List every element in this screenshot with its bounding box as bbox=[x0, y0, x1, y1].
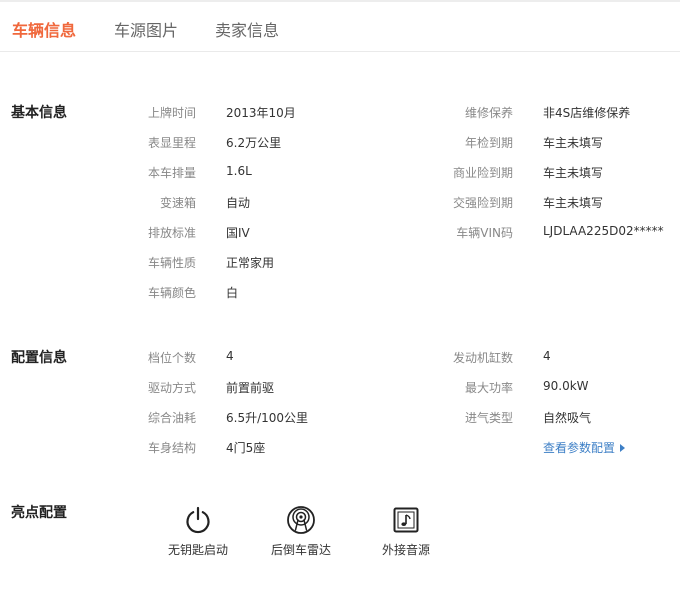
basic-value: 白 bbox=[226, 286, 239, 300]
basic-value: 国IV bbox=[226, 226, 250, 240]
tab-vehicle-info[interactable]: 车辆信息 bbox=[12, 17, 76, 41]
basic-value: 车主未填写 bbox=[543, 166, 604, 180]
basic-value: 6.2万公里 bbox=[226, 136, 282, 150]
view-config-link[interactable]: 查看参数配置 bbox=[543, 439, 626, 456]
section-title-basic: 基本信息 bbox=[11, 105, 67, 121]
basic-label: 本车排量 bbox=[147, 166, 196, 180]
config-label: 车身结构 bbox=[147, 441, 196, 455]
basic-value: 车主未填写 bbox=[543, 136, 604, 150]
power-icon bbox=[186, 506, 210, 534]
vin-value: LJDLAA225D02***** bbox=[543, 224, 664, 238]
config-value: 4门5座 bbox=[226, 441, 266, 455]
section-title-highlights: 亮点配置 bbox=[11, 505, 67, 521]
music-note-icon bbox=[393, 507, 419, 533]
radar-icon bbox=[287, 506, 315, 534]
config-value: 4 bbox=[543, 349, 551, 363]
basic-label: 车辆颜色 bbox=[147, 286, 196, 300]
basic-value: 非4S店维修保养 bbox=[543, 106, 631, 120]
basic-label: 变速箱 bbox=[159, 196, 196, 210]
feature-external-audio: 外接音源 bbox=[356, 505, 456, 558]
config-label: 发动机缸数 bbox=[452, 351, 513, 365]
config-value: 6.5升/100公里 bbox=[226, 411, 309, 425]
feature-label: 后倒车雷达 bbox=[270, 543, 331, 557]
basic-label: 表显里程 bbox=[147, 136, 196, 150]
section-title-config: 配置信息 bbox=[11, 350, 67, 366]
config-label: 综合油耗 bbox=[147, 411, 196, 425]
basic-label: 排放标准 bbox=[147, 226, 196, 240]
feature-label: 外接音源 bbox=[381, 543, 430, 557]
basic-label: 维修保养 bbox=[464, 106, 513, 120]
tab-vehicle-photos[interactable]: 车源图片 bbox=[114, 17, 178, 41]
basic-value: 1.6L bbox=[226, 164, 252, 178]
basic-label: 车辆性质 bbox=[147, 256, 196, 270]
basic-value: 自动 bbox=[226, 196, 251, 210]
triangle-right-icon bbox=[620, 444, 626, 452]
config-value: 自然吸气 bbox=[543, 411, 592, 425]
basic-label: 车辆VIN码 bbox=[456, 226, 513, 240]
tab-bar: 车辆信息 车源图片 卖家信息 bbox=[0, 2, 680, 52]
config-label: 档位个数 bbox=[147, 351, 196, 365]
config-label: 进气类型 bbox=[464, 411, 513, 425]
config-value: 90.0kW bbox=[543, 379, 589, 393]
config-label: 最大功率 bbox=[464, 381, 513, 395]
view-config-link-label: 查看参数配置 bbox=[543, 441, 616, 455]
feature-keyless-start: 无钥匙启动 bbox=[148, 505, 248, 558]
feature-rear-radar: 后倒车雷达 bbox=[251, 505, 351, 558]
config-value: 4 bbox=[226, 349, 234, 363]
basic-label: 上牌时间 bbox=[147, 106, 196, 120]
feature-label: 无钥匙启动 bbox=[167, 543, 228, 557]
config-label: 驱动方式 bbox=[147, 381, 196, 395]
basic-value: 正常家用 bbox=[226, 256, 275, 270]
basic-label: 年检到期 bbox=[464, 136, 513, 150]
basic-label: 商业险到期 bbox=[452, 166, 513, 180]
basic-label: 交强险到期 bbox=[452, 196, 513, 210]
basic-value: 车主未填写 bbox=[543, 196, 604, 210]
tab-seller-info[interactable]: 卖家信息 bbox=[215, 17, 279, 41]
basic-value: 2013年10月 bbox=[226, 106, 296, 120]
config-value: 前置前驱 bbox=[226, 381, 275, 395]
